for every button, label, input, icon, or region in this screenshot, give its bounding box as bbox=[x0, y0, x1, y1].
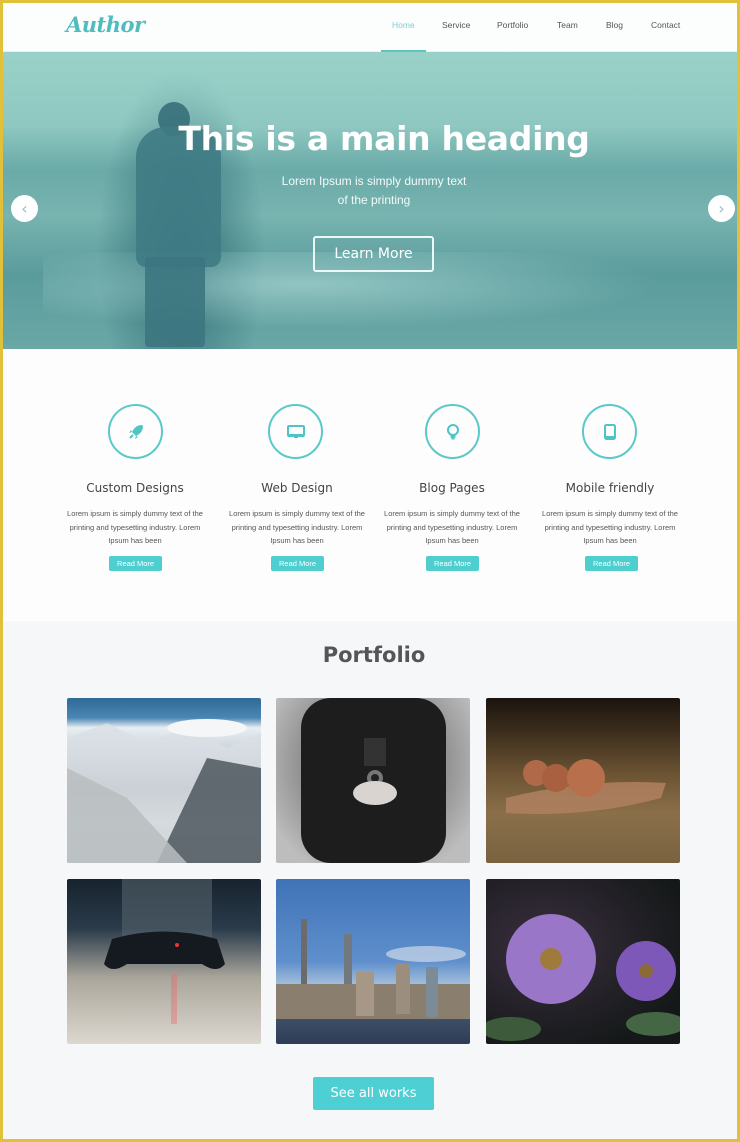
hero-title: This is a main heading bbox=[178, 119, 590, 158]
hero-subtitle-line1: Lorem Ipsum is simply dummy text bbox=[281, 174, 467, 188]
mountains-image bbox=[67, 719, 261, 863]
read-more-button[interactable]: Read More bbox=[426, 556, 480, 571]
camera-image bbox=[301, 698, 446, 863]
portfolio-item-acorns[interactable] bbox=[486, 698, 680, 863]
flowers-image bbox=[486, 914, 680, 1041]
portfolio-item-skyline[interactable] bbox=[276, 879, 470, 1044]
controller-image bbox=[104, 879, 225, 1024]
portfolio-item-mountains[interactable] bbox=[67, 698, 261, 863]
nav-item-team[interactable]: Team bbox=[557, 20, 578, 30]
read-more-button[interactable]: Read More bbox=[271, 556, 325, 571]
portfolio-title: Portfolio bbox=[322, 643, 426, 667]
monitor-icon bbox=[286, 424, 305, 438]
nav-item-service[interactable]: Service bbox=[442, 20, 470, 30]
slider-prev-button[interactable]: ‹ bbox=[11, 195, 38, 222]
service-icon-circle bbox=[108, 404, 163, 459]
navbar: Author Home Service Portfolio Team Blog … bbox=[3, 3, 737, 52]
acorns-image bbox=[506, 759, 666, 814]
service-icon-circle bbox=[425, 404, 480, 459]
service-title: Web Design bbox=[261, 481, 333, 495]
skyline-image bbox=[276, 919, 470, 1019]
portfolio-section: Portfolio See all works bbox=[3, 621, 737, 1139]
nav-item-contact[interactable]: Contact bbox=[651, 20, 680, 30]
service-title: Custom Designs bbox=[86, 481, 184, 495]
portfolio-item-controller[interactable] bbox=[67, 879, 261, 1044]
lightbulb-icon bbox=[446, 423, 459, 439]
service-description: Lorem ipsum is simply dummy text of the … bbox=[229, 509, 365, 545]
hero-subtitle: Lorem Ipsum is simply dummy text of the … bbox=[3, 172, 737, 210]
service-title: Mobile friendly bbox=[565, 481, 655, 495]
page: Author Home Service Portfolio Team Blog … bbox=[3, 3, 737, 1139]
service-icon-circle bbox=[582, 404, 637, 459]
nav-item-home[interactable]: Home bbox=[392, 20, 415, 30]
read-more-button[interactable]: Read More bbox=[109, 556, 163, 571]
services-section: Custom Designs Lorem ipsum is simply dum… bbox=[3, 349, 737, 621]
service-icon-circle bbox=[268, 404, 323, 459]
hero-slider: This is a main heading Lorem Ipsum is si… bbox=[3, 52, 737, 349]
learn-more-button[interactable]: Learn More bbox=[313, 236, 434, 272]
see-all-works-button[interactable]: See all works bbox=[313, 1077, 434, 1110]
service-description: Lorem ipsum is simply dummy text of the … bbox=[384, 509, 520, 545]
nav-item-blog[interactable]: Blog bbox=[606, 20, 623, 30]
portfolio-item-flowers[interactable] bbox=[486, 879, 680, 1044]
tablet-icon bbox=[603, 423, 616, 440]
service-description: Lorem ipsum is simply dummy text of the … bbox=[542, 509, 678, 545]
hero-subtitle-line2: of the printing bbox=[337, 193, 411, 207]
read-more-button[interactable]: Read More bbox=[585, 556, 639, 571]
hero-person-legs bbox=[145, 257, 205, 347]
rocket-icon bbox=[128, 424, 143, 439]
service-description: Lorem ipsum is simply dummy text of the … bbox=[67, 509, 203, 545]
chevron-right-icon: › bbox=[718, 199, 725, 218]
service-title: Blog Pages bbox=[419, 481, 485, 495]
nav-item-portfolio[interactable]: Portfolio bbox=[497, 20, 528, 30]
portfolio-item-camera[interactable] bbox=[276, 698, 470, 863]
nav-menu: Home Service Portfolio Team Blog Contact bbox=[3, 20, 737, 52]
chevron-left-icon: ‹ bbox=[21, 199, 28, 218]
slider-next-button[interactable]: › bbox=[708, 195, 735, 222]
